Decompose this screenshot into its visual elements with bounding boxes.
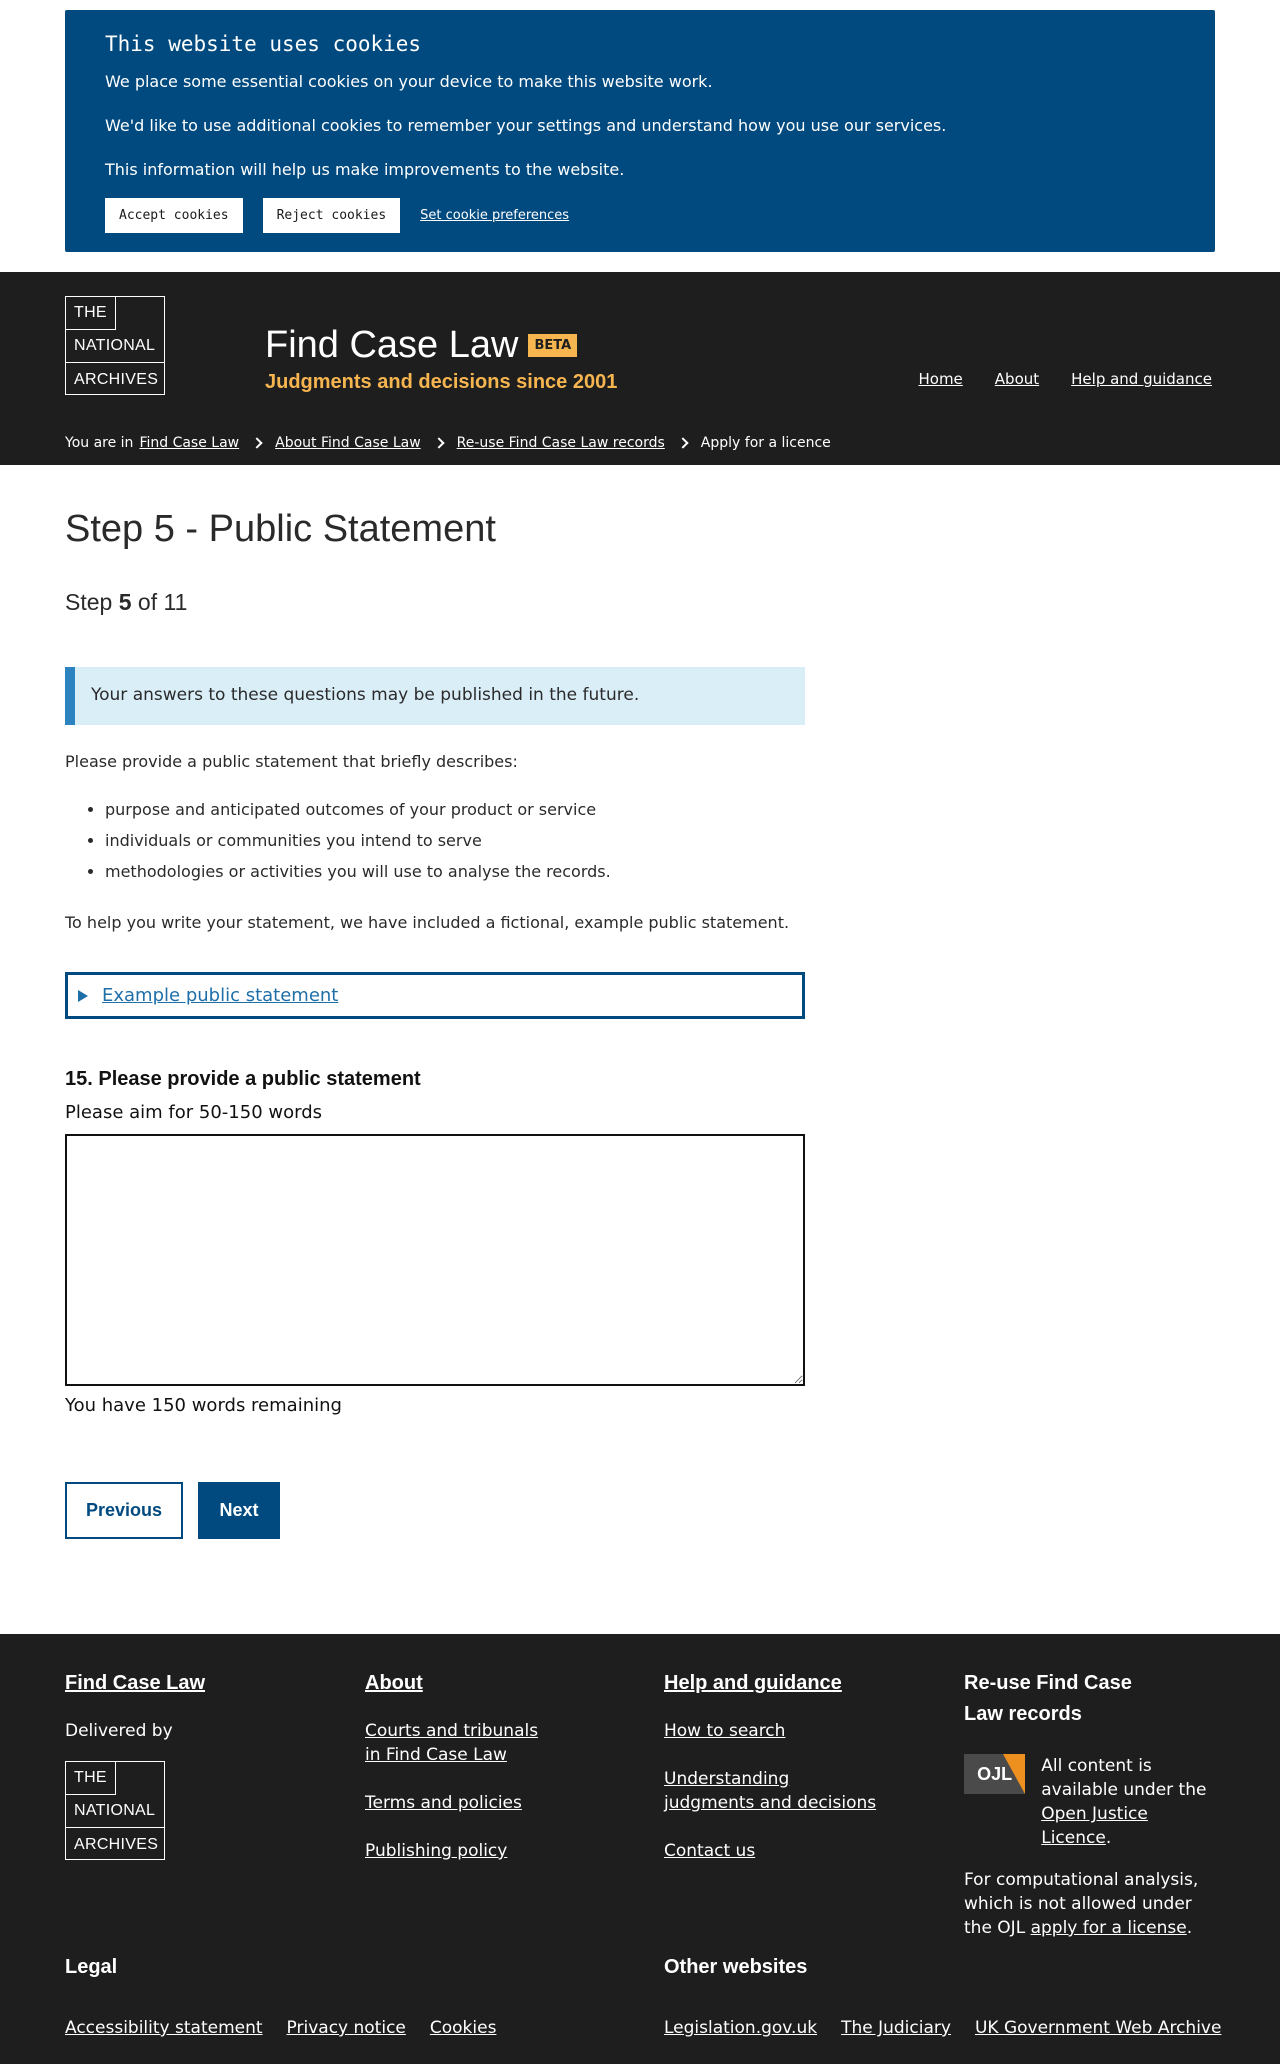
- footer-col-find-case-law: Find Case Law Delivered by THE NATIONAL …: [65, 1668, 205, 1861]
- ojl-logo: OJL: [964, 1754, 1026, 1794]
- delivered-by-text: Delivered by: [65, 1721, 173, 1741]
- footer-legal-links: Accessibility statement Privacy notice C…: [65, 2018, 496, 2038]
- beta-badge: BETA: [528, 334, 578, 357]
- list-item: individuals or communities you intend to…: [105, 830, 611, 861]
- footer-about-heading-link[interactable]: About: [365, 1668, 555, 1699]
- legislation-link[interactable]: Legislation.gov.uk: [664, 2018, 817, 2038]
- site-title[interactable]: Find Case Law BETA: [265, 324, 578, 367]
- breadcrumb-reuse[interactable]: Re-use Find Case Law records: [457, 435, 665, 451]
- logo-line-1: THE: [66, 297, 116, 330]
- cookie-banner-wrapper: This website uses cookies We place some …: [0, 0, 1280, 272]
- step-current: 5: [118, 589, 132, 615]
- question-label: 15. Please provide a public statement: [65, 1068, 421, 1090]
- example-statement-details[interactable]: Example public statement: [65, 972, 805, 1019]
- nav-home-link[interactable]: Home: [918, 370, 962, 388]
- cookie-preferences-link[interactable]: Set cookie preferences: [420, 208, 569, 223]
- logo-line-3: ARCHIVES: [74, 1835, 159, 1853]
- footer-help-links: How to search Understanding judgments an…: [664, 1719, 884, 1863]
- footer-col-about: About Courts and tribunals in Find Case …: [365, 1668, 555, 1887]
- list-item: purpose and anticipated outcomes of your…: [105, 799, 611, 830]
- footer-legal-heading: Legal: [65, 1956, 118, 1978]
- public-statement-textarea[interactable]: [65, 1134, 805, 1386]
- logo-line-2: NATIONAL: [66, 1795, 164, 1828]
- cookies-link[interactable]: Cookies: [430, 2018, 497, 2038]
- privacy-notice-link[interactable]: Privacy notice: [287, 2018, 406, 2038]
- logo-line-1: THE: [66, 1762, 116, 1795]
- footer-other-websites-heading: Other websites: [664, 1956, 808, 1978]
- cookie-banner-text-1: We place some essential cookies on your …: [105, 72, 713, 91]
- page-title: Step 5 - Public Statement: [65, 508, 496, 550]
- footer-about-links: Courts and tribunals in Find Case Law Te…: [365, 1719, 555, 1863]
- word-count-remaining: You have 150 words remaining: [65, 1395, 342, 1416]
- footer-contact-link[interactable]: Contact us: [664, 1839, 884, 1863]
- site-header: THE NATIONAL ARCHIVES Find Case Law BETA…: [0, 272, 1280, 465]
- national-archives-logo[interactable]: THE NATIONAL ARCHIVES: [65, 1761, 165, 1860]
- footer-col-reuse: Re-use Find Case Law records OJL All con…: [964, 1668, 1214, 1940]
- breadcrumb: You are in Find Case Law About Find Case…: [65, 435, 831, 451]
- step-prefix: Step: [65, 589, 113, 615]
- ojl-block: OJL All content is available under the O…: [964, 1754, 1214, 1850]
- cookie-banner-title: This website uses cookies: [105, 32, 422, 56]
- computational-text-block: For computational analysis, which is not…: [964, 1868, 1204, 1940]
- cookie-banner: This website uses cookies We place some …: [65, 10, 1215, 252]
- logo-line-3: ARCHIVES: [74, 370, 159, 388]
- footer-how-to-search-link[interactable]: How to search: [664, 1719, 884, 1743]
- helper-text: To help you write your statement, we hav…: [65, 913, 790, 932]
- footer-reuse-heading: Re-use Find Case Law records: [964, 1672, 1132, 1725]
- chevron-right-icon: [677, 437, 689, 449]
- footer-courts-link[interactable]: Courts and tribunals in Find Case Law: [365, 1719, 555, 1767]
- breadcrumb-prefix: You are in: [65, 435, 134, 451]
- web-archive-link[interactable]: UK Government Web Archive: [975, 2018, 1222, 2038]
- publication-notice: Your answers to these questions may be p…: [65, 667, 805, 725]
- cookie-banner-text-3: This information will help us make impro…: [105, 160, 625, 179]
- breadcrumb-find-case-law[interactable]: Find Case Law: [139, 435, 239, 451]
- chevron-right-icon: [432, 437, 445, 449]
- breadcrumb-about[interactable]: About Find Case Law: [275, 435, 421, 451]
- accept-cookies-button[interactable]: Accept cookies: [105, 198, 243, 233]
- licence-text-block: All content is available under the Open …: [1041, 1754, 1214, 1850]
- logo-line-2: NATIONAL: [66, 330, 164, 363]
- judiciary-link[interactable]: The Judiciary: [841, 2018, 951, 2038]
- chevron-right-icon: [251, 437, 263, 449]
- cookie-banner-text-2: We'd like to use additional cookies to r…: [105, 116, 947, 135]
- footer-other-links: Legislation.gov.uk The Judiciary UK Gove…: [664, 2018, 1221, 2038]
- footer-terms-link[interactable]: Terms and policies: [365, 1791, 555, 1815]
- main-content: Step 5 - Public Statement Step 5 of 11 Y…: [0, 465, 1280, 1634]
- reject-cookies-button[interactable]: Reject cookies: [262, 198, 401, 233]
- computational-period: .: [1186, 1918, 1193, 1938]
- breadcrumb-current: Apply for a licence: [700, 435, 831, 451]
- nav-help-link[interactable]: Help and guidance: [1071, 370, 1212, 388]
- footer-publishing-link[interactable]: Publishing policy: [365, 1839, 555, 1863]
- next-button[interactable]: Next: [198, 1482, 280, 1539]
- step-indicator: Step 5 of 11: [65, 589, 187, 616]
- footer-logo-wrap: THE NATIONAL ARCHIVES: [65, 1761, 205, 1861]
- list-item: methodologies or activities you will use…: [105, 861, 611, 892]
- footer-understanding-link[interactable]: Understanding judgments and decisions: [664, 1767, 884, 1815]
- example-statement-summary[interactable]: Example public statement: [102, 985, 338, 1006]
- open-justice-licence-link[interactable]: Open Justice Licence: [1041, 1804, 1148, 1848]
- site-footer: Find Case Law Delivered by THE NATIONAL …: [0, 1634, 1280, 2064]
- question-hint: Please aim for 50-150 words: [65, 1102, 322, 1123]
- site-title-text: Find Case Law: [265, 324, 519, 366]
- licence-period: .: [1105, 1828, 1112, 1848]
- statement-bullet-list: purpose and anticipated outcomes of your…: [105, 799, 611, 892]
- ojl-badge-text: OJL: [977, 1763, 1013, 1784]
- triangle-right-icon: [78, 989, 88, 1002]
- footer-help-heading-link[interactable]: Help and guidance: [664, 1668, 884, 1699]
- footer-col-help: Help and guidance How to search Understa…: [664, 1668, 884, 1887]
- national-archives-logo[interactable]: THE NATIONAL ARCHIVES: [65, 296, 165, 395]
- apply-for-license-link[interactable]: apply for a license: [1031, 1918, 1187, 1938]
- cookie-actions: Accept cookies Reject cookies Set cookie…: [105, 198, 1175, 233]
- footer-find-case-law-link[interactable]: Find Case Law: [65, 1668, 205, 1699]
- accessibility-statement-link[interactable]: Accessibility statement: [65, 2018, 263, 2038]
- nav-about-link[interactable]: About: [995, 370, 1039, 388]
- intro-text: Please provide a public statement that b…: [65, 752, 518, 771]
- header-nav: Home About Help and guidance: [918, 370, 1212, 388]
- previous-button[interactable]: Previous: [65, 1482, 183, 1539]
- step-suffix: of 11: [137, 589, 188, 615]
- site-subtitle: Judgments and decisions since 2001: [265, 371, 618, 393]
- licence-text: All content is available under the: [1041, 1756, 1207, 1800]
